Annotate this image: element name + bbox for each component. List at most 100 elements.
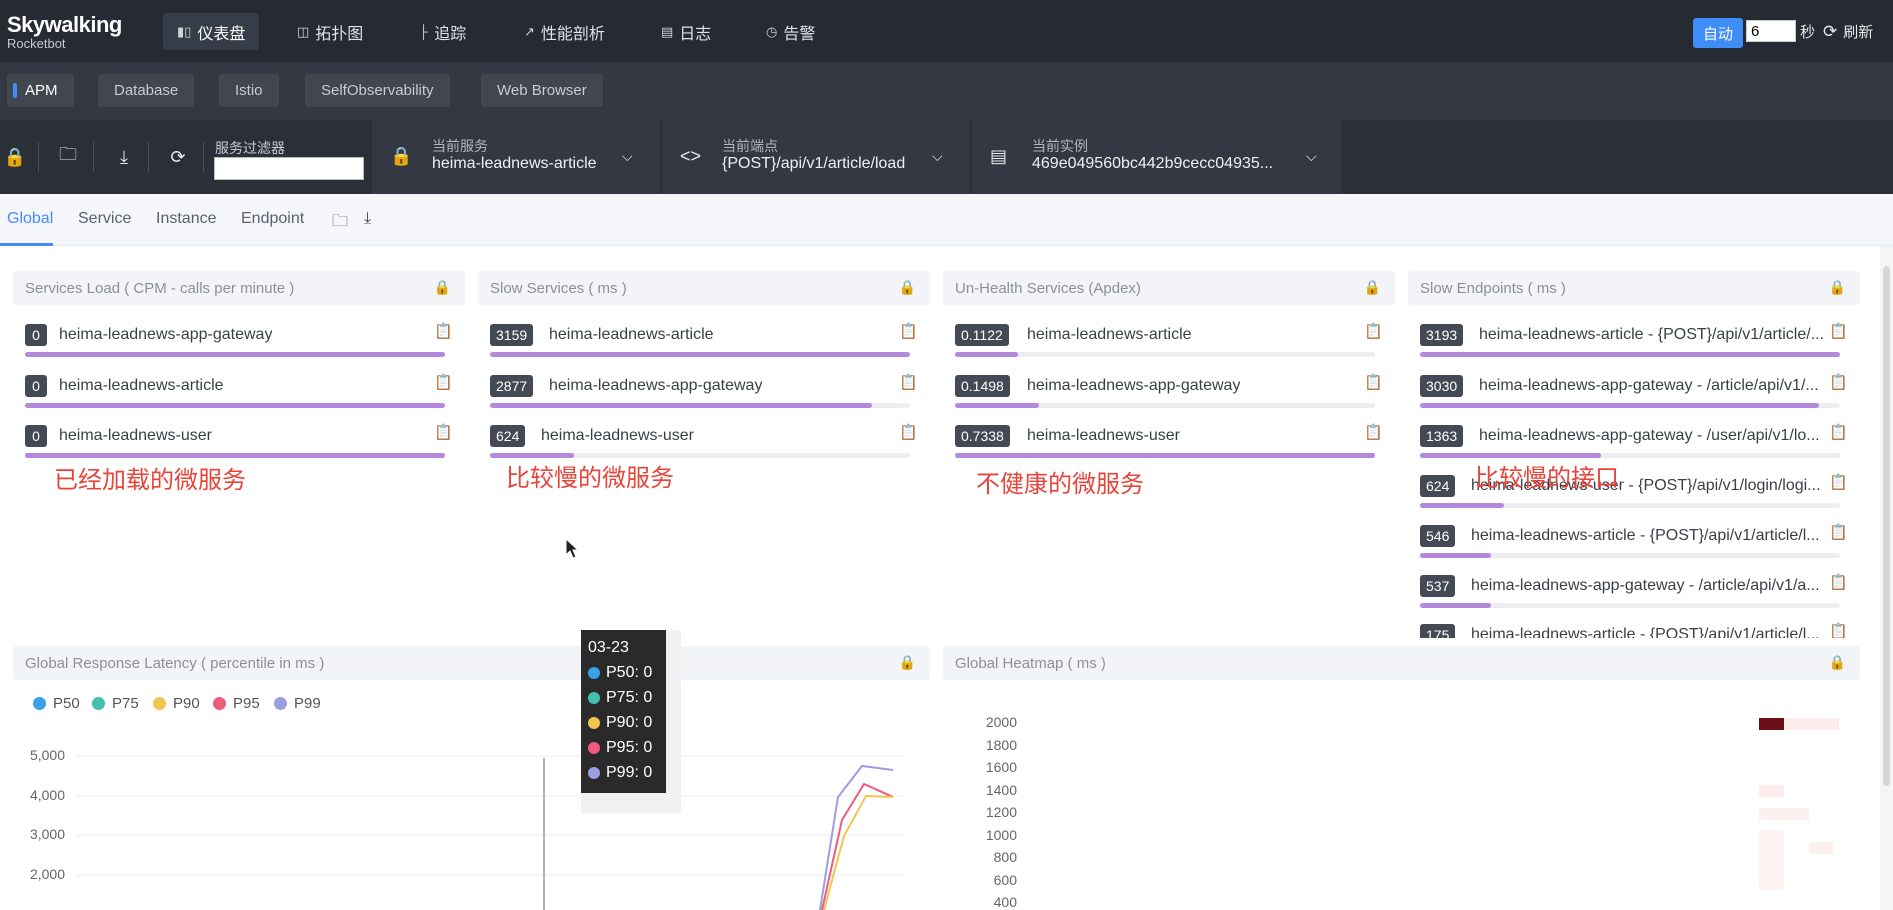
list-item[interactable]: 2877 heima-leadnews-app-gateway 📋 [490, 370, 918, 410]
nav-topology[interactable]: ◫ 拓扑图 [283, 13, 377, 50]
nav-dashboard[interactable]: ▮▯ 仪表盘 [163, 13, 260, 50]
lock-icon[interactable]: 🔒 [899, 279, 916, 296]
subtab-endpoint[interactable]: Endpoint [241, 210, 304, 228]
annotation-slow-endpoints: 比较慢的接口 [1475, 465, 1619, 492]
clipboard-icon[interactable]: 📋 [899, 373, 918, 391]
logo[interactable]: Skywalking Rocketbot [7, 12, 122, 51]
clipboard-icon[interactable]: 📋 [1829, 373, 1848, 391]
heatmap-cell [1759, 785, 1784, 797]
legend-marker [588, 767, 600, 779]
progress-bar [1420, 352, 1840, 357]
tooltip-horizontal-scrollbar[interactable] [581, 793, 681, 813]
lock-icon[interactable]: 🔒 [1829, 279, 1846, 296]
layer-tab-web-browser[interactable]: Web Browser [481, 74, 603, 107]
item-name: heima-leadnews-app-gateway - /article/ap… [1479, 377, 1819, 394]
service-filter-input[interactable] [214, 157, 364, 180]
refresh-interval-input[interactable] [1746, 20, 1796, 42]
y-tick-label: 1400 [985, 782, 1017, 798]
sync-icon[interactable]: ⟳ [162, 120, 194, 194]
current-service-selector[interactable]: 🔒 当前服务 heima-leadnews-article ⌵ [372, 120, 660, 194]
skywalking-dashboard: Skywalking Rocketbot ▮▯ 仪表盘 ◫ 拓扑图 ├ 追踪 ↗… [0, 0, 1893, 910]
list-item[interactable]: 3159 heima-leadnews-article 📋 [490, 319, 918, 359]
clipboard-icon[interactable]: 📋 [1829, 622, 1848, 638]
clipboard-icon[interactable]: 📋 [1829, 322, 1848, 340]
scrollbar-thumb[interactable] [1883, 266, 1890, 786]
subtab-instance[interactable]: Instance [156, 210, 216, 228]
refresh-button[interactable]: ⟳ 刷新 [1823, 21, 1873, 42]
current-service-value: heima-leadnews-article [432, 155, 597, 172]
lock-icon[interactable]: 🔒 [434, 279, 451, 296]
download-icon[interactable]: ⤓ [364, 210, 371, 228]
value-badge: 0.1122 [955, 324, 1009, 346]
list-item[interactable]: 0.1122 heima-leadnews-article 📋 [955, 319, 1383, 359]
clipboard-icon[interactable]: 📋 [1829, 423, 1848, 441]
lock-icon[interactable]: 🔒 [0, 120, 30, 194]
value-badge: 0 [25, 324, 47, 346]
layer-tab-istio[interactable]: Istio [219, 74, 279, 107]
global-heatmap-panel: Global Heatmap ( ms ) 🔒 [943, 646, 1860, 910]
value-badge: 3030 [1420, 375, 1464, 397]
clipboard-icon[interactable]: 📋 [1829, 473, 1848, 491]
page-scrollbar[interactable] [1880, 246, 1893, 910]
lock-icon[interactable]: 🔒 [1364, 279, 1381, 296]
list-item[interactable]: 0 heima-leadnews-user 📋 [25, 420, 453, 460]
layer-tab-selfobservability[interactable]: SelfObservability [305, 74, 450, 107]
list-item[interactable]: 3193 heima-leadnews-article - {POST}/api… [1420, 319, 1848, 359]
list-item[interactable]: 0.7338 heima-leadnews-user 📋 [955, 420, 1383, 460]
item-name: heima-leadnews-app-gateway [59, 326, 273, 343]
tooltip-vertical-scrollbar[interactable] [666, 630, 681, 793]
list-item[interactable]: 0 heima-leadnews-article 📋 [25, 370, 453, 410]
current-instance-selector[interactable]: ▤ 当前实例 469e049560bc442b9cecc04935... ⌵ [972, 120, 1342, 194]
clipboard-icon[interactable]: 📋 [1364, 423, 1383, 441]
active-tab-indicator [0, 243, 53, 246]
folder-icon[interactable]: 🗀 [332, 210, 348, 237]
subtab-service[interactable]: Service [78, 210, 131, 228]
item-name: heima-leadnews-article [59, 377, 224, 394]
folder-icon[interactable]: 🗀 [52, 120, 84, 194]
list-item[interactable]: 3030 heima-leadnews-app-gateway - /artic… [1420, 370, 1848, 410]
clipboard-icon[interactable]: 📋 [1829, 573, 1848, 591]
nav-log[interactable]: ▤ 日志 [647, 13, 725, 50]
layer-tab-apm[interactable]: APM [7, 74, 74, 107]
lock-icon[interactable]: 🔒 [1829, 654, 1846, 671]
value-badge: 0 [25, 375, 47, 397]
annotation-loaded-services: 已经加载的微服务 [54, 467, 246, 494]
clipboard-icon[interactable]: 📋 [1364, 373, 1383, 391]
list-item[interactable]: 0 heima-leadnews-app-gateway 📋 [25, 319, 453, 359]
list-item[interactable]: 175 heima-leadnews-article - {POST}/api/… [1420, 619, 1848, 638]
list-item[interactable]: 537 heima-leadnews-app-gateway - /articl… [1420, 570, 1848, 610]
list-item[interactable]: 546 heima-leadnews-article - {POST}/api/… [1420, 520, 1848, 560]
list-item[interactable]: 1363 heima-leadnews-app-gateway - /user/… [1420, 420, 1848, 460]
clipboard-icon[interactable]: 📋 [899, 322, 918, 340]
clipboard-icon[interactable]: 📋 [434, 423, 453, 441]
nav-trace[interactable]: ├ 追踪 [405, 13, 480, 50]
download-icon[interactable]: ⤓ [108, 120, 140, 194]
nav-profile[interactable]: ↗ 性能剖析 [510, 13, 619, 50]
subtab-global[interactable]: Global [7, 210, 53, 228]
auto-refresh-button[interactable]: 自动 [1693, 18, 1743, 48]
mouse-cursor-icon [565, 538, 580, 559]
clipboard-icon[interactable]: 📋 [1829, 523, 1848, 541]
clipboard-icon[interactable]: 📋 [1364, 322, 1383, 340]
tooltip-row: P75: 0 [588, 689, 652, 707]
progress-bar [25, 403, 445, 408]
clipboard-icon[interactable]: 📋 [434, 373, 453, 391]
layer-tab-database[interactable]: Database [98, 74, 195, 107]
list-item[interactable]: 624 heima-leadnews-user 📋 [490, 420, 918, 460]
clipboard-icon[interactable]: 📋 [899, 423, 918, 441]
nav-alarm[interactable]: ◷ 告警 [752, 13, 829, 50]
legend-marker [588, 742, 600, 754]
progress-bar [25, 453, 445, 458]
alarm-icon: ◷ [766, 23, 778, 39]
clipboard-icon[interactable]: 📋 [434, 322, 453, 340]
current-endpoint-selector[interactable]: <> 当前端点 {POST}/api/v1/article/load ⌵ [662, 120, 970, 194]
series-line-p99 [819, 764, 894, 910]
list-item[interactable]: 0.1498 heima-leadnews-app-gateway 📋 [955, 370, 1383, 410]
annotation-unhealthy-services: 不健康的微服务 [976, 471, 1144, 498]
y-tick-label: 800 [993, 849, 1017, 865]
value-badge: 2877 [490, 375, 534, 397]
value-badge: 624 [1420, 475, 1456, 497]
y-tick-label: 400 [993, 894, 1017, 910]
chevron-down-icon: ⌵ [932, 148, 943, 164]
heatmap-cell [1759, 808, 1784, 820]
